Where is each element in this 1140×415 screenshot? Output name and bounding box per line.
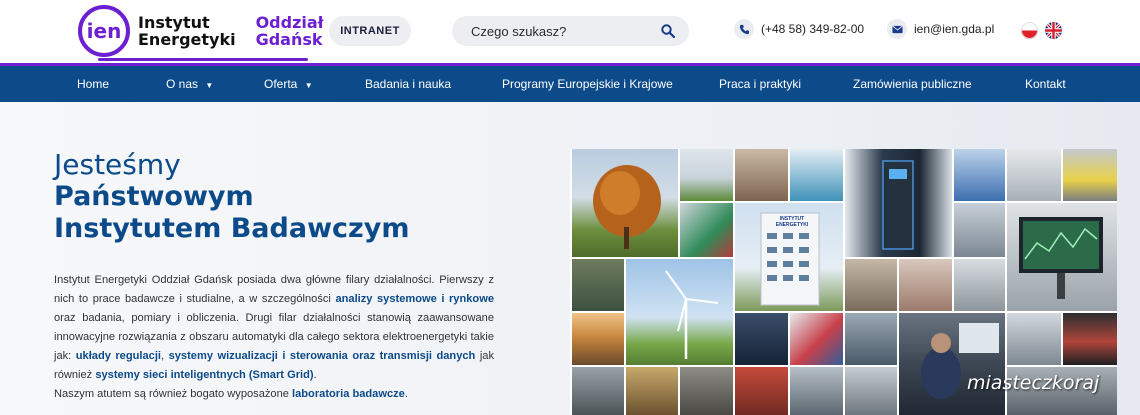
watermark-text: miasteczkoraj [967, 372, 1100, 394]
hero-headline-line-1: Państwowym [54, 181, 254, 212]
email-address: ien@ien.gda.pl [914, 22, 995, 36]
photo-relay-rack [735, 367, 788, 415]
logo-wordmark: Instytut Energetyki [138, 14, 236, 48]
photo-sunset-plant [572, 313, 624, 365]
nav-about[interactable]: O nas ▼ [166, 66, 213, 102]
logo-mark: ien [78, 5, 130, 57]
desc-text-4: Naszym atutem są również bogato wyposażo… [54, 388, 289, 400]
logo-line-1: Instytut [138, 13, 210, 32]
link-visualization-systems[interactable]: systemy wizualizacji i sterowania oraz t… [169, 350, 476, 362]
top-header: ien Instytut Energetyki Oddział Gdańsk I… [0, 0, 1140, 63]
photo-transmission-tower [954, 149, 1005, 201]
photo-control-cabinet [680, 367, 733, 415]
photo-workshop [845, 259, 897, 311]
hero-headline-light: Jesteśmy [54, 148, 181, 181]
phone-number: (+48 58) 349-82-00 [761, 22, 865, 36]
photo-lab [845, 367, 897, 415]
photo-turbine-hall [626, 367, 678, 415]
nav-home[interactable]: Home [77, 66, 109, 102]
photo-test-bench [790, 313, 843, 365]
photo-generator [572, 259, 624, 311]
photo-power-lines [680, 149, 733, 201]
photo-control-room [735, 313, 788, 365]
photo-panel [790, 367, 843, 415]
nav-offer[interactable]: Oferta ▼ [264, 66, 313, 102]
photo-measurement-device [1007, 149, 1061, 201]
intranet-button[interactable]: INTRANET [329, 16, 411, 46]
caret-down-icon: ▼ [304, 81, 313, 90]
link-smart-grid[interactable]: systemy sieci inteligentnych (Smart Grid… [95, 369, 313, 381]
site-logo[interactable]: ien Instytut Energetyki Oddział Gdańsk [78, 5, 324, 57]
photo-workstation [954, 203, 1005, 257]
nav-procurement[interactable]: Zamówienia publiczne [853, 66, 972, 102]
photo-server-cabinet [845, 149, 952, 257]
photo-device-rack [1007, 313, 1061, 365]
hero-description: Instytut Energetyki Oddział Gdańsk posia… [54, 271, 494, 404]
search-bar [452, 16, 689, 46]
desc-period-2: . [404, 388, 408, 400]
nav-about-label: O nas [166, 77, 199, 91]
polish-flag-icon[interactable] [1021, 22, 1038, 39]
photo-machinery [680, 203, 733, 257]
photo-meeting [845, 313, 897, 365]
photo-monitor-display [1007, 203, 1117, 311]
caret-down-icon: ▼ [205, 81, 214, 90]
link-system-analyses[interactable]: analizy systemowe i rynkowe [335, 293, 494, 305]
desc-period-1: . [313, 369, 317, 381]
photo-technician [1063, 149, 1117, 201]
photo-cabinet-wiring [1063, 313, 1117, 365]
photo-lab-equipment [790, 149, 843, 201]
logo-underline [98, 58, 308, 61]
photo-switchgear [954, 259, 1005, 311]
nav-contact[interactable]: Kontakt [1025, 66, 1066, 102]
english-flag-icon[interactable] [1045, 22, 1062, 39]
photo-office-work [735, 149, 788, 201]
nav-research[interactable]: Badania i nauka [365, 66, 451, 102]
email-icon [887, 19, 907, 39]
building-sign: INSTYTUT ENERGETYKI [775, 216, 809, 228]
photo-autumn-tree [572, 149, 678, 257]
nav-offer-label: Oferta [264, 77, 298, 91]
search-icon[interactable] [661, 24, 675, 38]
hero-headline-line-2: Instytutem Badawczym [54, 213, 410, 244]
logo-branch-line-1: Oddział [255, 13, 324, 32]
photo-engineer-at-desk [899, 313, 1005, 415]
photo-wiring [899, 259, 952, 311]
main-navigation: Home O nas ▼ Oferta ▼ Badania i nauka Pr… [0, 63, 1140, 102]
link-research-labs[interactable]: laboratoria badawcze [292, 388, 405, 400]
nav-jobs[interactable]: Praca i praktyki [719, 66, 801, 102]
desc-separator: , [161, 350, 165, 362]
nav-programs[interactable]: Programy Europejskie i Krajowe [502, 66, 673, 102]
phone-contact[interactable]: (+48 58) 349-82-00 [734, 19, 864, 39]
link-control-systems[interactable]: układy regulacji [76, 350, 161, 362]
phone-icon [734, 19, 754, 39]
email-contact[interactable]: ien@ien.gda.pl [887, 19, 994, 39]
search-input[interactable] [452, 16, 652, 46]
photo-institute-building: INSTYTUT ENERGETYKI [735, 203, 843, 311]
photo-substation [572, 367, 624, 415]
hero-headline-bold: Państwowym Instytutem Badawczym [54, 181, 409, 245]
logo-branch-line-2: Gdańsk [255, 30, 323, 49]
logo-line-2: Energetyki [138, 30, 236, 49]
logo-branch: Oddział Gdańsk [244, 14, 324, 48]
photo-wind-turbine [626, 259, 733, 365]
